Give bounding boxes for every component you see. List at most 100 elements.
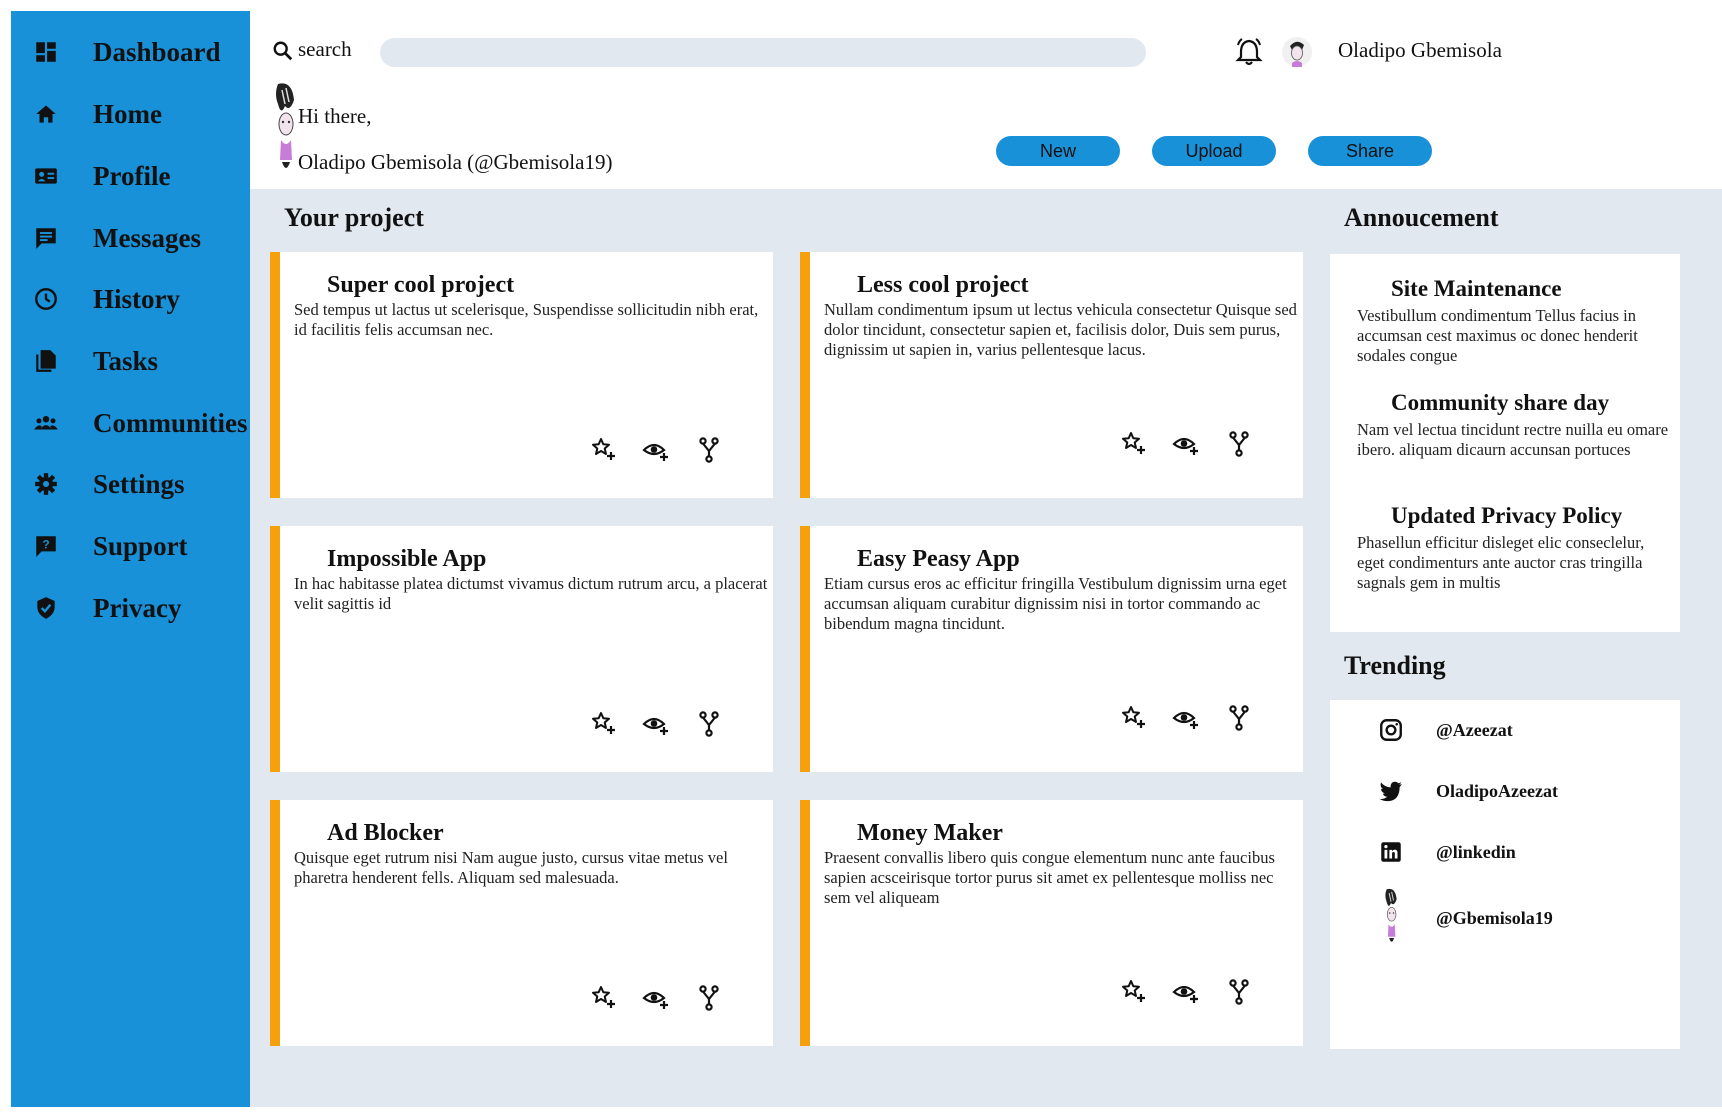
new-button[interactable]: New (996, 136, 1120, 166)
announcement-title: Annoucement (1344, 203, 1499, 232)
project-actions (810, 430, 1303, 458)
star-add-icon[interactable] (590, 984, 618, 1012)
project-title: Impossible App (327, 546, 487, 572)
sidebar-item-label: Profile (93, 160, 171, 191)
project-card-money-maker[interactable]: Money Maker Praesent convallis libero qui… (800, 800, 1303, 1046)
project-actions (810, 978, 1303, 1006)
announcement-item[interactable]: Community share day Nam vel lectua tinci… (1357, 390, 1672, 460)
project-card-super-cool-project[interactable]: Super cool project Sed tempus ut lactus u… (270, 252, 773, 498)
trending-item-instagram[interactable]: @Azeezat (1378, 710, 1513, 750)
project-description: Sed tempus ut lactus ut scelerisque, Sus… (294, 300, 759, 339)
project-actions (810, 704, 1303, 732)
sidebar-item-label: Communities (93, 407, 248, 438)
trending-item-label: OladipoAzeezat (1436, 780, 1558, 801)
fork-icon[interactable] (695, 436, 723, 464)
trending-title: Trending (1344, 651, 1446, 680)
gear-icon (33, 471, 59, 497)
star-add-icon[interactable] (590, 436, 618, 464)
announcement-item-text: Vestibullum condimentum Tellus facius in… (1357, 306, 1638, 365)
announcement-item-text: Nam vel lectua tincidunt rectre nuilla e… (1357, 420, 1669, 459)
watch-add-icon[interactable] (642, 984, 670, 1012)
sidebar-item-settings[interactable]: Settings (11, 462, 261, 506)
sidebar-item-profile[interactable]: Profile (11, 154, 261, 198)
star-add-icon[interactable] (590, 710, 618, 738)
share-button[interactable]: Share (1308, 136, 1432, 166)
star-add-icon[interactable] (1120, 978, 1148, 1006)
header-username[interactable]: Oladipo Gbemisola (1338, 38, 1502, 63)
watch-add-icon[interactable] (1172, 978, 1200, 1006)
trending-item-label: @linkedin (1436, 841, 1516, 862)
sidebar-item-history[interactable]: History (11, 277, 261, 321)
svg-text:?: ? (42, 538, 49, 552)
project-title: Ad Blocker (327, 820, 444, 846)
sidebar-item-label: Messages (93, 222, 201, 253)
sidebar-item-messages[interactable]: Messages (11, 216, 261, 260)
announcement-item[interactable]: Site Maintenance Vestibullum condimentum… (1357, 276, 1672, 366)
linkedin-icon (1378, 839, 1404, 865)
sidebar-item-label: Dashboard (93, 36, 221, 67)
project-actions (280, 710, 773, 738)
watch-add-icon[interactable] (642, 436, 670, 464)
dashboard-icon (33, 39, 59, 65)
help-icon: ? (33, 533, 59, 559)
id-card-icon (33, 163, 59, 189)
trending-panel: @Azeezat OladipoAzeezat @linkedin @Gbemi… (1330, 700, 1680, 1049)
clock-icon (33, 286, 59, 312)
project-card-impossible-app[interactable]: Impossible App In hac habitasse platea di… (270, 526, 773, 772)
project-description: Etiam cursus eros ac efficitur fringilla… (824, 574, 1287, 633)
project-description: Praesent convallis libero quis congue el… (824, 848, 1275, 907)
star-add-icon[interactable] (1120, 430, 1148, 458)
project-title: Easy Peasy App (857, 546, 1020, 572)
project-title: Super cool project (327, 272, 515, 298)
announcement-item[interactable]: Updated Privacy Policy Phasellun efficit… (1357, 503, 1672, 593)
trending-item-label: @Azeezat (1436, 719, 1513, 740)
watch-add-icon[interactable] (1172, 704, 1200, 732)
search-input[interactable] (380, 38, 1146, 67)
watch-add-icon[interactable] (1172, 430, 1200, 458)
trending-item-gbemisola[interactable]: @Gbemisola19 (1378, 886, 1553, 950)
sidebar-item-home[interactable]: Home (11, 92, 261, 136)
files-icon (33, 348, 59, 374)
sidebar-item-communities[interactable]: Communities (11, 401, 261, 445)
avatar[interactable] (1282, 36, 1312, 68)
sidebar-item-privacy[interactable]: Privacy (11, 586, 261, 630)
project-title: Less cool project (857, 272, 1029, 298)
sidebar-item-label: Tasks (93, 345, 159, 376)
upload-button[interactable]: Upload (1152, 136, 1276, 166)
announcement-item-title: Updated Privacy Policy (1391, 503, 1623, 528)
sidebar-item-tasks[interactable]: Tasks (11, 339, 261, 383)
project-card-easy-peasy-app[interactable]: Easy Peasy App Etiam cursus eros ac effic… (800, 526, 1303, 772)
sidebar-item-support[interactable]: ? Support (11, 524, 261, 568)
search-icon[interactable] (272, 40, 294, 62)
trending-item-linkedin[interactable]: @linkedin (1378, 832, 1516, 872)
bell-icon[interactable] (1234, 37, 1264, 67)
project-actions (280, 436, 773, 464)
sidebar-item-label: History (93, 283, 180, 314)
fork-icon[interactable] (695, 710, 723, 738)
projects-title: Your project (284, 203, 424, 232)
fork-icon[interactable] (1225, 978, 1253, 1006)
sidebar-item-dashboard[interactable]: Dashboard (11, 30, 261, 74)
sidebar: Dashboard Home Profile Messages History … (11, 11, 250, 1107)
project-card-less-cool-project[interactable]: Less cool project Nullam condimentum ipsu… (800, 252, 1303, 498)
sidebar-item-label: Privacy (93, 592, 182, 623)
sidebar-item-label: Home (93, 98, 162, 129)
group-icon (33, 410, 59, 436)
trending-item-label: @Gbemisola19 (1436, 907, 1553, 928)
instagram-icon (1378, 717, 1404, 743)
avatar-icon (1378, 888, 1404, 948)
project-title: Money Maker (857, 820, 1003, 846)
twitter-icon (1378, 778, 1404, 804)
trending-item-twitter[interactable]: OladipoAzeezat (1378, 771, 1558, 811)
avatar (272, 82, 298, 178)
announcement-item-title: Site Maintenance (1391, 276, 1562, 301)
home-icon (33, 101, 59, 127)
watch-add-icon[interactable] (642, 710, 670, 738)
fork-icon[interactable] (1225, 704, 1253, 732)
announcement-item-text: Phasellun efficitur disleget elic consec… (1357, 533, 1645, 592)
fork-icon[interactable] (1225, 430, 1253, 458)
project-description: Quisque eget rutrum nisi Nam augue justo… (294, 848, 728, 887)
project-card-ad-blocker[interactable]: Ad Blocker Quisque eget rutrum nisi Nam a… (270, 800, 773, 1046)
star-add-icon[interactable] (1120, 704, 1148, 732)
fork-icon[interactable] (695, 984, 723, 1012)
